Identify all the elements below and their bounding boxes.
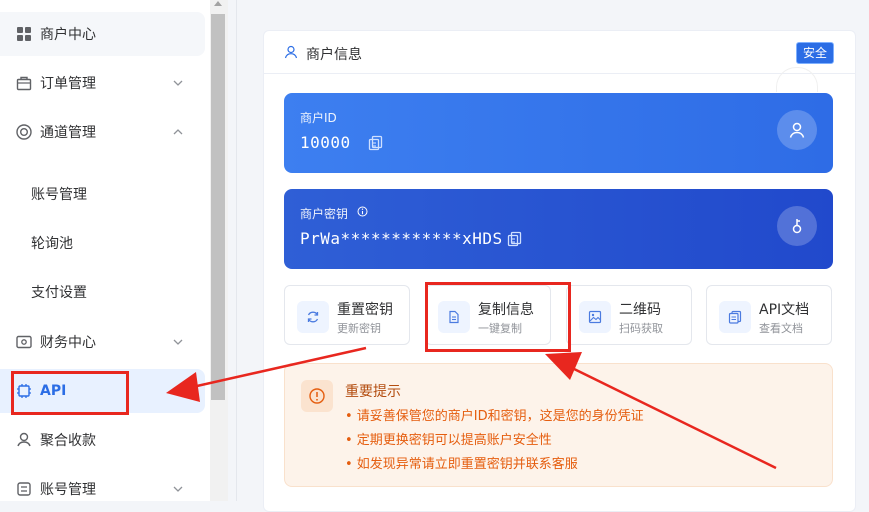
chevron-down-icon	[173, 486, 183, 492]
sidebar-item-label: 通道管理	[40, 125, 96, 141]
sidebar-item-label: 账号管理	[40, 482, 96, 498]
chevron-down-icon	[173, 80, 183, 86]
sidebar-item-label: 聚合收款	[40, 433, 96, 449]
copy-icon[interactable]	[507, 231, 523, 247]
account-icon	[17, 482, 31, 496]
sidebar-item-label: 轮询池	[31, 236, 73, 252]
action-title: 重置密钥	[337, 302, 393, 318]
notice-line: • 请妥善保管您的商户ID和密钥，这是您的身份凭证	[345, 409, 644, 424]
chevron-up-icon	[173, 129, 183, 135]
sidebar-subitem-polling-pool[interactable]: 轮询池	[0, 221, 205, 265]
warning-icon	[301, 380, 333, 412]
action-title: 二维码	[619, 302, 661, 318]
sidebar-item-label: 财务中心	[40, 335, 96, 351]
merchant-key-value: PrWa************xHDS	[300, 229, 503, 248]
chevron-down-icon	[173, 339, 183, 345]
action-subtitle: 查看文档	[759, 322, 803, 335]
merchant-id-panel: 商户ID 10000	[284, 93, 833, 173]
notice-title: 重要提示	[345, 384, 401, 400]
grid-icon	[17, 27, 31, 41]
sidebar-item-account-management[interactable]: 账号管理	[0, 467, 205, 511]
sidebar-item-merchant-center[interactable]: 商户中心	[0, 12, 205, 56]
sidebar-item-label: 订单管理	[40, 76, 96, 92]
sidebar-item-orders[interactable]: 订单管理	[0, 61, 205, 105]
merchant-info-card: 商户信息 安全 商户ID 10000 商户密钥 PrWa************…	[263, 30, 856, 512]
info-icon[interactable]	[357, 206, 368, 217]
highlight-box-copy-info	[425, 282, 571, 352]
reset-key-button[interactable]: 重置密钥 更新密钥	[284, 285, 410, 345]
sidebar-item-channels[interactable]: 通道管理	[0, 110, 205, 154]
merchant-id-label: 商户ID	[300, 111, 337, 125]
divider	[236, 0, 237, 501]
lifebuoy-icon	[16, 124, 32, 140]
sidebar-item-label: 商户中心	[40, 27, 96, 43]
sidebar-item-label: 支付设置	[31, 285, 87, 301]
security-badge: 安全	[796, 42, 835, 64]
sidebar-item-finance[interactable]: 财务中心	[0, 320, 205, 364]
bag-icon	[16, 76, 32, 91]
merchant-key-label: 商户密钥	[300, 207, 349, 221]
qrcode-button[interactable]: 二维码 扫码获取	[566, 285, 692, 345]
copy-doc-icon	[719, 301, 751, 333]
action-subtitle: 扫码获取	[619, 322, 663, 335]
action-title: API文档	[759, 302, 810, 318]
copy-icon[interactable]	[368, 135, 384, 151]
sidebar-scrollbar-thumb[interactable]	[211, 14, 225, 400]
image-icon	[579, 301, 611, 333]
finance-icon	[16, 335, 32, 349]
important-notice: 重要提示 • 请妥善保管您的商户ID和密钥，这是您的身份凭证 • 定期更换密钥可…	[284, 363, 833, 487]
key-icon	[777, 206, 817, 246]
user-avatar-icon	[777, 110, 817, 150]
notice-line: • 如发现异常请立即重置密钥并联系客服	[345, 457, 578, 472]
sidebar-item-label: 账号管理	[31, 187, 87, 203]
sidebar-item-aggregate-payment[interactable]: 聚合收款	[0, 418, 205, 462]
sidebar: 商户中心 订单管理 通道管理 账号管理 轮询池 支付设置 财务中心 API 聚合…	[0, 0, 210, 501]
action-subtitle: 更新密钥	[337, 322, 381, 335]
user-icon	[284, 45, 298, 59]
sidebar-subitem-accounts[interactable]: 账号管理	[0, 172, 205, 216]
card-title: 商户信息	[306, 47, 362, 63]
merchant-key-panel: 商户密钥 PrWa************xHDS	[284, 189, 833, 269]
sidebar-subitem-payment-settings[interactable]: 支付设置	[0, 270, 205, 314]
refresh-icon	[297, 301, 329, 333]
scroll-up-icon[interactable]	[214, 1, 222, 6]
api-docs-button[interactable]: API文档 查看文档	[706, 285, 832, 345]
notice-line: • 定期更换密钥可以提高账户安全性	[345, 433, 552, 448]
card-header: 商户信息 安全	[264, 31, 855, 74]
aggregate-icon	[17, 432, 31, 447]
merchant-id-value: 10000	[300, 133, 351, 152]
highlight-box-api	[11, 371, 129, 415]
